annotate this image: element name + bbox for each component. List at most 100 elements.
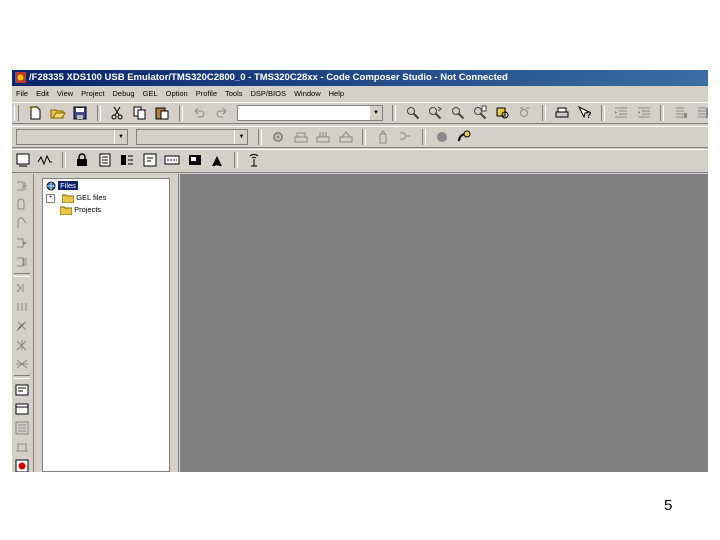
registers-icon[interactable] [119, 152, 135, 168]
watch-window-icon[interactable] [142, 152, 158, 168]
chevron-down-icon[interactable]: ▼ [234, 130, 248, 144]
tree-item-gel-files[interactable]: + GEL files [46, 193, 106, 204]
set-pc-icon[interactable] [14, 254, 30, 270]
project-view-panel: Files + GEL files Projects [42, 178, 170, 472]
replace-icon[interactable] [517, 105, 533, 121]
ccs-app-icon [15, 72, 26, 83]
step-into-icon[interactable] [14, 178, 30, 194]
outdent-icon[interactable] [636, 105, 652, 121]
bookmark-toggle-icon[interactable] [673, 105, 689, 121]
find-next-icon[interactable] [427, 105, 443, 121]
find-prev-icon[interactable] [450, 105, 466, 121]
menu-help[interactable]: Help [325, 87, 348, 101]
redo-icon[interactable] [214, 105, 230, 121]
menu-gel[interactable]: GEL [139, 87, 162, 101]
tree-item-projects[interactable]: Projects [59, 205, 101, 216]
save-icon[interactable] [72, 105, 88, 121]
toolbar-separator [178, 105, 183, 121]
run-icon[interactable] [14, 280, 30, 296]
run-free-icon[interactable] [14, 337, 30, 353]
menu-edit[interactable]: Edit [32, 87, 53, 101]
toolbar-separator [61, 152, 66, 168]
menu-dspbios[interactable]: DSP/BIOS [247, 87, 290, 101]
halt-icon[interactable] [14, 299, 30, 315]
panel-splitter[interactable] [172, 174, 179, 472]
toolbar-separator [421, 129, 426, 145]
build-options-icon[interactable] [270, 129, 286, 145]
call-stack-icon[interactable] [14, 439, 30, 455]
toolbar-separator [14, 375, 30, 379]
step-over-icon[interactable] [14, 197, 30, 213]
debug-toolbar [12, 149, 708, 173]
stack-icon[interactable] [187, 152, 203, 168]
expand-plus-icon[interactable]: + [46, 194, 55, 203]
animate-icon[interactable] [14, 318, 30, 334]
tree-root-label: Files [58, 181, 78, 190]
mdi-workspace [180, 174, 708, 472]
rebuild-all-icon[interactable] [338, 129, 354, 145]
command-window-icon[interactable] [14, 382, 30, 398]
toolbar-separator [600, 105, 605, 121]
reset-cpu-icon[interactable] [14, 356, 30, 372]
tree-root-files[interactable]: Files [46, 181, 78, 191]
toolbar-separator [14, 273, 30, 277]
config-combo[interactable]: ▼ [136, 129, 249, 145]
clock-icon[interactable] [209, 152, 225, 168]
mixed-mode-icon[interactable] [14, 420, 30, 436]
breakpoint-icon[interactable] [434, 129, 450, 145]
antenna-icon[interactable] [246, 152, 262, 168]
project-view-icon[interactable] [15, 152, 31, 168]
menu-option[interactable]: Option [162, 87, 192, 101]
toolbar-separator [233, 152, 238, 168]
cut-icon[interactable] [109, 105, 125, 121]
project-toolbar: ▼ ▼ [12, 126, 708, 148]
paste-icon[interactable] [154, 105, 170, 121]
toolbar-separator [96, 105, 101, 121]
svg-text:?: ? [586, 110, 592, 120]
probe-point-icon[interactable] [456, 129, 472, 145]
compile-file-icon[interactable] [293, 129, 309, 145]
menu-file[interactable]: File [12, 87, 32, 101]
new-file-icon[interactable] [27, 105, 43, 121]
window-title: /F28335 XDS100 USB Emulator/TMS320C2800_… [29, 72, 508, 83]
bookmark-find-icon[interactable] [495, 105, 511, 121]
help-icon[interactable]: ? [577, 105, 593, 121]
print-icon[interactable] [554, 105, 570, 121]
output-window-icon[interactable] [14, 401, 30, 417]
find-in-files-icon[interactable] [472, 105, 488, 121]
open-folder-icon[interactable] [50, 105, 66, 121]
disassembly-icon[interactable] [164, 152, 180, 168]
step-out-icon[interactable] [14, 216, 30, 232]
find-combo[interactable]: ▼ [236, 105, 383, 121]
stop-build-icon[interactable] [375, 129, 391, 145]
dependency-icon[interactable] [397, 129, 413, 145]
menu-window[interactable]: Window [290, 87, 325, 101]
slide-page-number: 5 [664, 497, 673, 514]
project-combo[interactable]: ▼ [16, 129, 128, 145]
menu-view[interactable]: View [53, 87, 77, 101]
toolbar-separator [362, 129, 367, 145]
copy-icon[interactable] [132, 105, 148, 121]
vertical-debug-toolbar [12, 174, 34, 472]
bookmark-list-icon[interactable] [695, 105, 708, 121]
indent-icon[interactable] [613, 105, 629, 121]
menu-project[interactable]: Project [77, 87, 108, 101]
ccs-window: /F28335 XDS100 USB Emulator/TMS320C2800_… [12, 70, 708, 472]
chevron-down-icon[interactable]: ▼ [368, 106, 382, 120]
menu-tools[interactable]: Tools [221, 87, 247, 101]
chevron-down-icon[interactable]: ▼ [114, 130, 127, 144]
incremental-build-icon[interactable] [315, 129, 331, 145]
toolbar-grip[interactable] [14, 105, 19, 121]
run-to-cursor-icon[interactable] [14, 235, 30, 251]
find-icon[interactable] [405, 105, 421, 121]
menu-bar: File Edit View Project Debug GEL Option Profile… [12, 87, 708, 101]
memory-icon[interactable] [97, 152, 113, 168]
menu-debug[interactable]: Debug [109, 87, 139, 101]
menu-profile[interactable]: Profile [192, 87, 221, 101]
undo-icon[interactable] [191, 105, 207, 121]
lock-icon[interactable] [74, 152, 90, 168]
record-icon[interactable] [14, 458, 30, 472]
title-bar: /F28335 XDS100 USB Emulator/TMS320C2800_… [12, 70, 708, 86]
graph-icon[interactable] [37, 152, 53, 168]
toolbar-separator [392, 105, 397, 121]
